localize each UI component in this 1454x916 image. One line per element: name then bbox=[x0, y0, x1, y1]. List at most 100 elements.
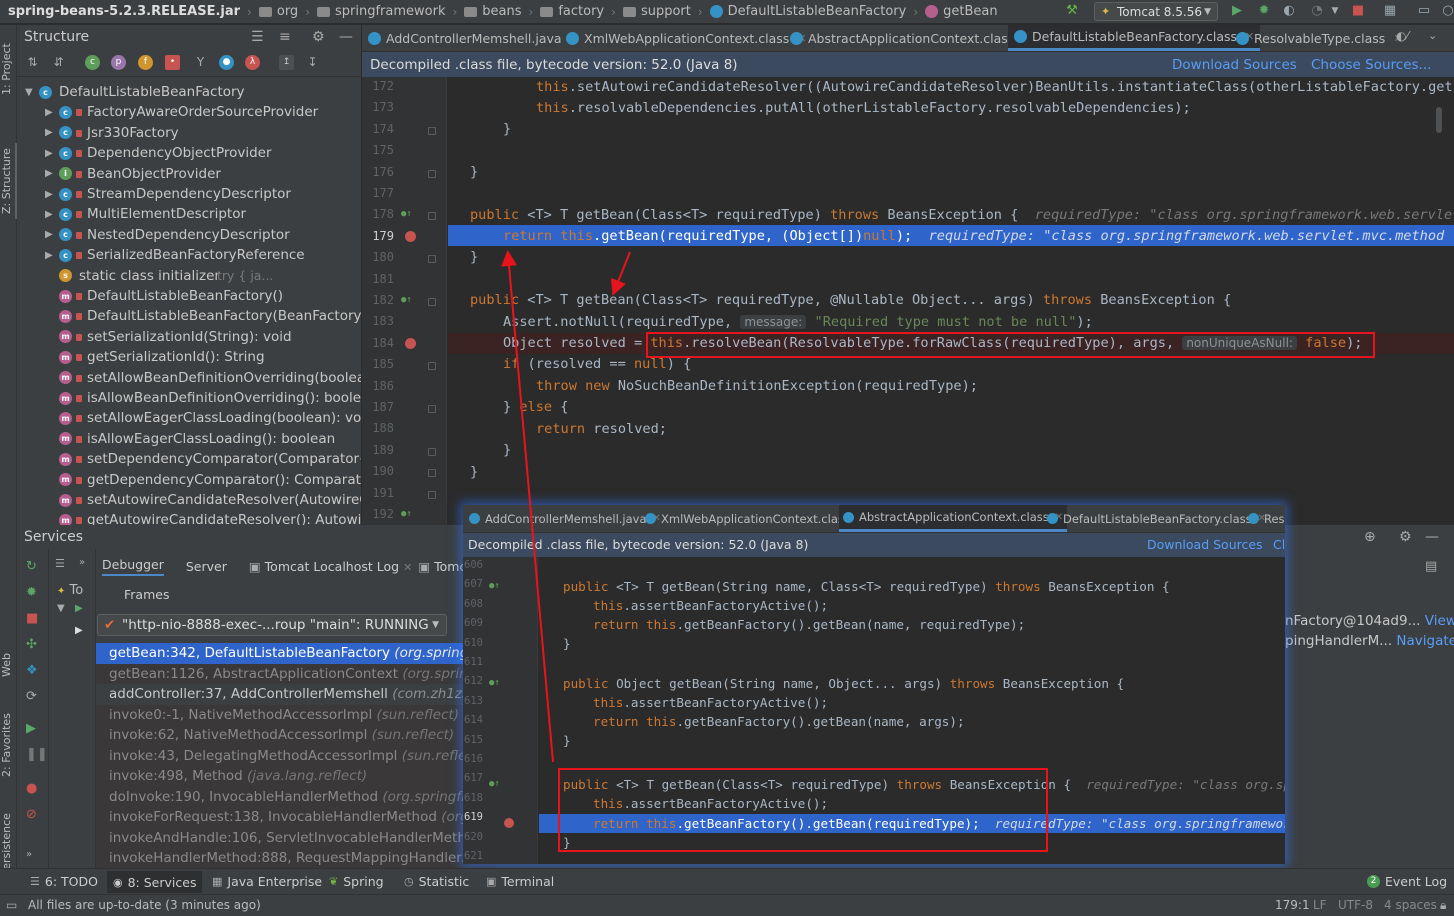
build-hammer-icon[interactable]: ⚒ bbox=[1064, 3, 1080, 19]
collapsed-arrow-icon[interactable]: ▶ bbox=[45, 209, 53, 220]
stack-frame[interactable]: invoke:62, NativeMethodAccessorImpl (sun… bbox=[96, 725, 496, 746]
collapsed-arrow-icon[interactable]: ▶ bbox=[45, 127, 53, 138]
expand-all-icon[interactable]: ☰ bbox=[55, 557, 65, 570]
gear-icon[interactable]: ⚙ bbox=[1399, 529, 1412, 545]
structure-item[interactable]: ▶ c Jsr330Factory bbox=[17, 123, 361, 143]
expanded-arrow-icon[interactable]: ▼ bbox=[57, 603, 65, 614]
stop-icon[interactable]: ■ bbox=[1350, 3, 1366, 19]
show-toplevel-icon[interactable]: λ bbox=[245, 55, 260, 70]
collapsed-arrow-icon[interactable]: ▶ bbox=[45, 168, 53, 179]
update-icon[interactable]: ❖ bbox=[26, 663, 38, 678]
breadcrumb-beans[interactable]: beans bbox=[461, 4, 524, 19]
chevron-down-icon[interactable]: ⌄ bbox=[1428, 29, 1437, 42]
collapsed-arrow-icon[interactable]: ▶ bbox=[75, 625, 83, 636]
overlay-tab-xmlwebapplicationcontext[interactable]: XmlWebApplicationContext.class✕ bbox=[645, 505, 864, 532]
show-lambdas-icon[interactable]: Y bbox=[193, 55, 208, 70]
debug-icon[interactable]: ✹ bbox=[1256, 3, 1272, 19]
choose-sources-link[interactable]: Cl bbox=[1273, 533, 1285, 557]
structure-item[interactable]: m DefaultListableBeanFactory() bbox=[17, 286, 361, 306]
profile-icon[interactable]: ◔ bbox=[1309, 3, 1325, 19]
view-breakpoints-icon[interactable]: ● bbox=[26, 781, 37, 796]
breadcrumb-springframework[interactable]: springframework bbox=[314, 4, 448, 19]
tab-xmlwebapplicationcontext[interactable]: XmlWebApplicationContext.class✕ bbox=[566, 25, 807, 51]
override-icon[interactable]: ●↑ bbox=[401, 295, 412, 305]
tool-window-project[interactable]: 1: Project bbox=[0, 33, 17, 105]
structure-item[interactable]: s static class initializer try { ja... bbox=[17, 266, 361, 286]
tool-spring[interactable]: ❦ Spring bbox=[329, 874, 384, 889]
structure-item[interactable]: m setAutowireCandidateResolver(AutowireCa bbox=[17, 490, 361, 510]
structure-item[interactable]: ▶ c NestedDependencyDescriptor bbox=[17, 225, 361, 245]
structure-item[interactable]: m isAllowEagerClassLoading(): boolean bbox=[17, 429, 361, 449]
chevron-down-icon[interactable]: ▼ bbox=[1327, 3, 1343, 19]
run-configuration-select[interactable]: ✦ Tomcat 8.5.56 ▼ bbox=[1094, 2, 1218, 21]
autoscroll-to-source-icon[interactable]: ↥ bbox=[279, 55, 294, 70]
stack-frame[interactable]: invokeHandlerMethod:888, RequestMappingH… bbox=[96, 848, 496, 868]
expanded-arrow-icon[interactable]: ▼ bbox=[25, 87, 33, 98]
minimize-icon[interactable]: — bbox=[1425, 529, 1439, 545]
variable-row-handler[interactable]: pingHandlerM... Navigate bbox=[1285, 633, 1454, 649]
tab-addcontrollermemshell[interactable]: AddControllerMemshell.java✕ bbox=[368, 25, 579, 51]
line-separator[interactable]: LF bbox=[1313, 898, 1327, 912]
minimize-icon[interactable]: — bbox=[339, 29, 353, 45]
show-non-public-icon[interactable]: • bbox=[165, 55, 180, 70]
collapsed-arrow-icon[interactable]: ▶ bbox=[45, 107, 53, 118]
debug-icon[interactable]: ✹ bbox=[26, 585, 37, 600]
variable-row-beanfactory[interactable]: nFactory@104ad9... View bbox=[1285, 613, 1454, 629]
stack-frame[interactable]: addController:37, AddControllerMemshell … bbox=[96, 684, 496, 705]
window-icon[interactable]: ▭ bbox=[1416, 3, 1432, 19]
stack-frame[interactable]: invokeAndHandle:106, ServletInvocableHan… bbox=[96, 827, 496, 848]
collapsed-arrow-icon[interactable]: ▶ bbox=[45, 189, 53, 200]
search-icon[interactable]: ○ bbox=[1440, 3, 1454, 19]
download-sources-link[interactable]: Download Sources bbox=[1147, 533, 1263, 557]
breadcrumb-method[interactable]: getBean bbox=[922, 4, 1000, 19]
add-service-icon[interactable]: ⊕ bbox=[1364, 529, 1376, 545]
structure-item[interactable]: m setAllowEagerClassLoading(boolean): voi… bbox=[17, 408, 361, 428]
structure-item[interactable]: ▼ c DefaultListableBeanFactory bbox=[17, 82, 361, 102]
caret-position[interactable]: 179:1 bbox=[1275, 898, 1310, 912]
tomcat-service-node[interactable]: ✦ To bbox=[57, 583, 83, 598]
tool-window-favorites[interactable]: 2: Favorites bbox=[0, 705, 17, 785]
tab-server[interactable]: Server bbox=[186, 559, 227, 574]
collapsed-arrow-icon[interactable]: ▶ bbox=[45, 250, 53, 261]
structure-item[interactable]: m setDependencyComparator(Comparator<( bbox=[17, 449, 361, 469]
view-link[interactable]: View bbox=[1425, 613, 1454, 629]
structure-item[interactable]: ▶ c StreamDependencyDescriptor bbox=[17, 184, 361, 204]
breakpoint-icon[interactable] bbox=[405, 231, 416, 242]
structure-item[interactable]: ▶ c SerializedBeanFactoryReference bbox=[17, 245, 361, 265]
stack-frame[interactable]: getBean:342, DefaultListableBeanFactory … bbox=[96, 643, 496, 664]
rerun-icon[interactable]: ↻ bbox=[26, 559, 37, 574]
sort-visibility-icon[interactable]: ⇵ bbox=[51, 55, 66, 70]
show-fields-icon[interactable]: f bbox=[138, 55, 153, 70]
download-sources-link[interactable]: Download Sources bbox=[1172, 57, 1297, 73]
tool-window-web[interactable]: Web bbox=[0, 645, 17, 685]
show-anonymous-icon[interactable]: ● bbox=[219, 55, 234, 70]
overlay-tab-resolvabletype[interactable]: Res bbox=[1248, 505, 1285, 532]
show-inherited-icon[interactable]: c bbox=[85, 55, 100, 70]
stack-frame[interactable]: invoke:43, DelegatingMethodAccessorImpl … bbox=[96, 745, 496, 766]
pause-icon[interactable]: ❚❚ bbox=[26, 747, 48, 762]
stack-frame[interactable]: doInvoke:190, InvocableHandlerMethod (or… bbox=[96, 786, 496, 807]
structure-item[interactable]: ▶ c FactoryAwareOrderSourceProvider bbox=[17, 102, 361, 122]
collapsed-arrow-icon[interactable]: ▶ bbox=[45, 148, 53, 159]
breadcrumb-factory[interactable]: factory bbox=[537, 4, 607, 19]
file-encoding[interactable]: UTF-8 bbox=[1338, 898, 1373, 912]
fold-marker-icon[interactable] bbox=[428, 469, 436, 478]
thread-select[interactable]: ✔ "http-nio-8888-exec-...roup "main": RUN… bbox=[97, 614, 447, 636]
toggle-tool-windows-icon[interactable]: ▭ bbox=[6, 898, 17, 912]
run-icon[interactable]: ▶ bbox=[1229, 3, 1245, 19]
gear-icon[interactable]: ⚙ bbox=[312, 29, 325, 45]
overlay-tab-defaultlistablebeanfactory[interactable]: DefaultListableBeanFactory.class ✕ bbox=[1047, 505, 1266, 532]
structure-item[interactable]: m getAutowireCandidateResolver(): Autowir… bbox=[17, 510, 361, 525]
layout-icon[interactable]: ▤ bbox=[1425, 559, 1437, 574]
tab-tomcat-catalina-log[interactable]: Tomc bbox=[434, 559, 466, 574]
breadcrumb-jar[interactable]: spring-beans-5.2.3.RELEASE.jar bbox=[0, 4, 243, 19]
structure-item[interactable]: m isAllowBeanDefinitionOverriding(): bool… bbox=[17, 388, 361, 408]
choose-sources-link[interactable]: Choose Sources... bbox=[1311, 57, 1431, 73]
collapsed-arrow-icon[interactable]: ▶ bbox=[45, 229, 53, 240]
indent-setting[interactable]: 4 spaces bbox=[1384, 898, 1437, 912]
override-icon[interactable]: ●↑ bbox=[401, 509, 412, 519]
navigate-link[interactable]: Navigate bbox=[1396, 633, 1454, 649]
collapse-all-icon[interactable]: ≡ bbox=[279, 29, 291, 45]
tool-window-structure[interactable]: Z: Structure bbox=[0, 143, 17, 219]
stack-frame[interactable]: invoke0:-1, NativeMethodAccessorImpl (su… bbox=[96, 704, 496, 725]
